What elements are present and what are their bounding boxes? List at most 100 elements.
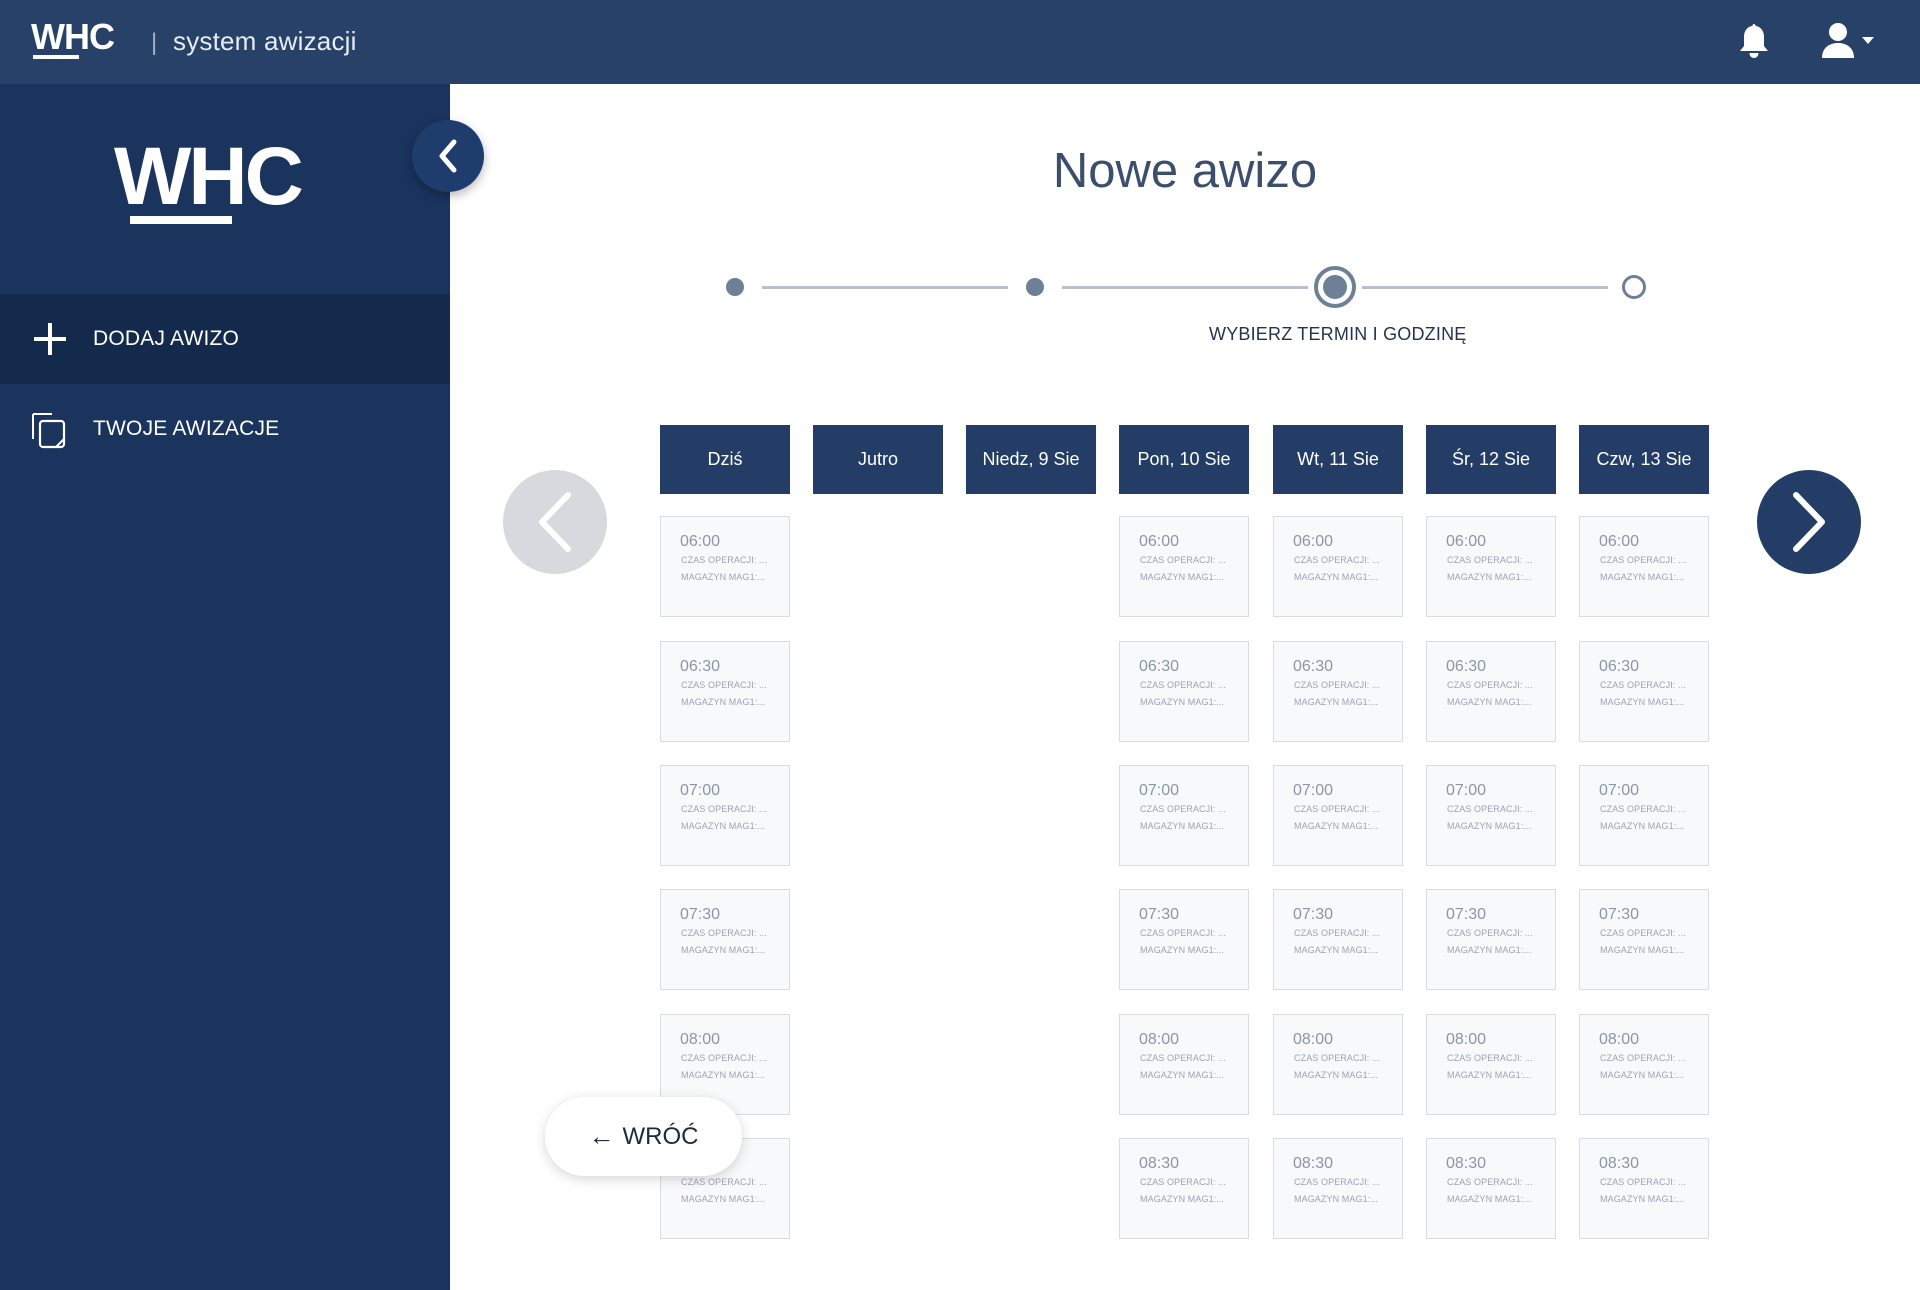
time-slot[interactable]: 06:30 CZAS OPERACJI: ... MAGAZYN MAG1:... (1579, 641, 1709, 742)
slot-operation-time: CZAS OPERACJI: ... (1447, 804, 1533, 814)
step-connector (1362, 286, 1608, 289)
slot-warehouse: MAGAZYN MAG1:... (681, 572, 766, 582)
time-slot[interactable]: 07:00 CZAS OPERACJI: ... MAGAZYN MAG1:... (1273, 765, 1403, 866)
time-slot[interactable]: 08:00 CZAS OPERACJI: ... MAGAZYN MAG1:... (1579, 1014, 1709, 1115)
slot-time: 08:00 (1293, 1031, 1334, 1048)
slot-time: 08:30 (1446, 1155, 1487, 1172)
time-slot[interactable]: 06:00 CZAS OPERACJI: ... MAGAZYN MAG1:... (1273, 516, 1403, 617)
slot-warehouse: MAGAZYN MAG1:... (1294, 1070, 1379, 1080)
sidebar-item-twoje-awizacje[interactable]: TWOJE AWIZACJE (0, 384, 450, 474)
day-header-sr[interactable]: Śr, 12 Sie (1426, 425, 1556, 494)
time-slot[interactable]: 08:30 CZAS OPERACJI: ... MAGAZYN MAG1:... (1119, 1138, 1249, 1239)
time-slot[interactable]: 06:30 CZAS OPERACJI: ... MAGAZYN MAG1:... (660, 641, 790, 742)
slot-operation-time: CZAS OPERACJI: ... (1447, 1053, 1533, 1063)
slot-operation-time: CZAS OPERACJI: ... (1294, 680, 1380, 690)
time-slot[interactable]: 06:00 CZAS OPERACJI: ... MAGAZYN MAG1:... (1426, 516, 1556, 617)
plus-icon (30, 319, 70, 359)
day-header-niedz[interactable]: Niedz, 9 Sie (966, 425, 1096, 494)
sidebar-item-dodaj-awizo[interactable]: DODAJ AWIZO (0, 294, 450, 384)
slot-operation-time: CZAS OPERACJI: ... (1600, 555, 1686, 565)
time-slot[interactable]: 08:30 CZAS OPERACJI: ... MAGAZYN MAG1:... (1579, 1138, 1709, 1239)
slot-warehouse: MAGAZYN MAG1:... (1140, 1194, 1225, 1204)
chevron-right-icon (1793, 492, 1825, 552)
documents-icon (30, 409, 70, 449)
slot-time: 06:30 (1293, 658, 1334, 675)
time-slot[interactable]: 06:30 CZAS OPERACJI: ... MAGAZYN MAG1:... (1273, 641, 1403, 742)
time-slot[interactable]: 08:00 CZAS OPERACJI: ... MAGAZYN MAG1:... (1426, 1014, 1556, 1115)
day-header-jutro[interactable]: Jutro (813, 425, 943, 494)
caret-down-icon (1862, 37, 1874, 44)
app-subtitle: system awizacji (173, 26, 357, 56)
time-slot[interactable]: 08:30 CZAS OPERACJI: ... MAGAZYN MAG1:... (1273, 1138, 1403, 1239)
time-slot[interactable]: 07:00 CZAS OPERACJI: ... MAGAZYN MAG1:... (660, 765, 790, 866)
slot-time: 06:30 (680, 658, 721, 675)
page-title: Nowe awizo (1052, 144, 1318, 198)
time-slot[interactable]: 07:30 CZAS OPERACJI: ... MAGAZYN MAG1:... (1119, 889, 1249, 990)
slot-warehouse: MAGAZYN MAG1:... (1140, 572, 1225, 582)
time-slot[interactable]: 06:00 CZAS OPERACJI: ... MAGAZYN MAG1:... (660, 516, 790, 617)
time-slot[interactable]: 08:30 CZAS OPERACJI: ... MAGAZYN MAG1:... (1426, 1138, 1556, 1239)
collapse-sidebar-button[interactable] (412, 120, 484, 192)
back-button[interactable]: ← WRÓĆ (545, 1097, 742, 1176)
slot-operation-time: CZAS OPERACJI: ... (1600, 680, 1686, 690)
time-slot[interactable]: 06:00 CZAS OPERACJI: ... MAGAZYN MAG1:... (1579, 516, 1709, 617)
time-slot[interactable]: 07:30 CZAS OPERACJI: ... MAGAZYN MAG1:... (660, 889, 790, 990)
slot-operation-time: CZAS OPERACJI: ... (1600, 1177, 1686, 1187)
slot-time: 08:30 (1599, 1155, 1640, 1172)
slot-operation-time: CZAS OPERACJI: ... (1294, 928, 1380, 938)
day-header-czw[interactable]: Czw, 13 Sie (1579, 425, 1709, 494)
slot-time: 06:00 (1139, 533, 1180, 550)
time-slot[interactable]: 07:00 CZAS OPERACJI: ... MAGAZYN MAG1:... (1426, 765, 1556, 866)
slot-time: 06:00 (1293, 533, 1334, 550)
slot-operation-time: CZAS OPERACJI: ... (1140, 804, 1226, 814)
step-3-current-dot (1314, 266, 1356, 308)
slot-operation-time: CZAS OPERACJI: ... (681, 1177, 767, 1187)
slot-warehouse: MAGAZYN MAG1:... (1447, 697, 1532, 707)
slot-time: 08:30 (1139, 1155, 1180, 1172)
slot-warehouse: MAGAZYN MAG1:... (1600, 1194, 1685, 1204)
slot-operation-time: CZAS OPERACJI: ... (1600, 928, 1686, 938)
slot-warehouse: MAGAZYN MAG1:... (1140, 945, 1225, 955)
slot-time: 08:00 (1446, 1031, 1487, 1048)
slot-warehouse: MAGAZYN MAG1:... (1447, 821, 1532, 831)
time-slot[interactable]: 07:00 CZAS OPERACJI: ... MAGAZYN MAG1:... (1579, 765, 1709, 866)
step-connector (1062, 286, 1308, 289)
bell-icon (1740, 24, 1768, 58)
chevron-left-icon (539, 492, 571, 552)
slot-warehouse: MAGAZYN MAG1:... (1294, 821, 1379, 831)
slot-time: 08:00 (1139, 1031, 1180, 1048)
slot-operation-time: CZAS OPERACJI: ... (1600, 1053, 1686, 1063)
svg-text:WHC: WHC (114, 140, 302, 222)
day-header-dzis[interactable]: Dziś (660, 425, 790, 494)
svg-text:WHC: WHC (31, 19, 115, 57)
slot-warehouse: MAGAZYN MAG1:... (681, 697, 766, 707)
user-icon (1822, 23, 1874, 58)
time-slot[interactable]: 07:30 CZAS OPERACJI: ... MAGAZYN MAG1:... (1579, 889, 1709, 990)
slot-operation-time: CZAS OPERACJI: ... (1447, 1177, 1533, 1187)
day-header-pon[interactable]: Pon, 10 Sie (1119, 425, 1249, 494)
time-slot[interactable]: 07:30 CZAS OPERACJI: ... MAGAZYN MAG1:... (1273, 889, 1403, 990)
next-days-button[interactable] (1757, 470, 1861, 574)
time-slot[interactable]: 06:30 CZAS OPERACJI: ... MAGAZYN MAG1:... (1119, 641, 1249, 742)
slot-operation-time: CZAS OPERACJI: ... (1600, 804, 1686, 814)
slot-time: 06:00 (680, 533, 721, 550)
time-slot[interactable]: 06:30 CZAS OPERACJI: ... MAGAZYN MAG1:... (1426, 641, 1556, 742)
slot-time: 07:00 (680, 782, 721, 799)
day-header-wt[interactable]: Wt, 11 Sie (1273, 425, 1403, 494)
slot-warehouse: MAGAZYN MAG1:... (1447, 1070, 1532, 1080)
user-menu-button[interactable] (1818, 20, 1880, 62)
time-slot[interactable]: 07:30 CZAS OPERACJI: ... MAGAZYN MAG1:... (1426, 889, 1556, 990)
time-slot[interactable]: 06:00 CZAS OPERACJI: ... MAGAZYN MAG1:... (1119, 516, 1249, 617)
previous-days-button[interactable] (503, 470, 607, 574)
slot-warehouse: MAGAZYN MAG1:... (681, 821, 766, 831)
slot-warehouse: MAGAZYN MAG1:... (1600, 821, 1685, 831)
time-slot[interactable]: 08:00 CZAS OPERACJI: ... MAGAZYN MAG1:... (1273, 1014, 1403, 1115)
slot-time: 06:30 (1139, 658, 1180, 675)
time-slot[interactable]: 08:00 CZAS OPERACJI: ... MAGAZYN MAG1:... (1119, 1014, 1249, 1115)
slot-time: 07:00 (1446, 782, 1487, 799)
sidebar-item-label: TWOJE AWIZACJE (93, 417, 280, 440)
slot-warehouse: MAGAZYN MAG1:... (1447, 1194, 1532, 1204)
time-slot[interactable]: 07:00 CZAS OPERACJI: ... MAGAZYN MAG1:... (1119, 765, 1249, 866)
step-connector (762, 286, 1008, 289)
notifications-button[interactable] (1734, 20, 1774, 62)
